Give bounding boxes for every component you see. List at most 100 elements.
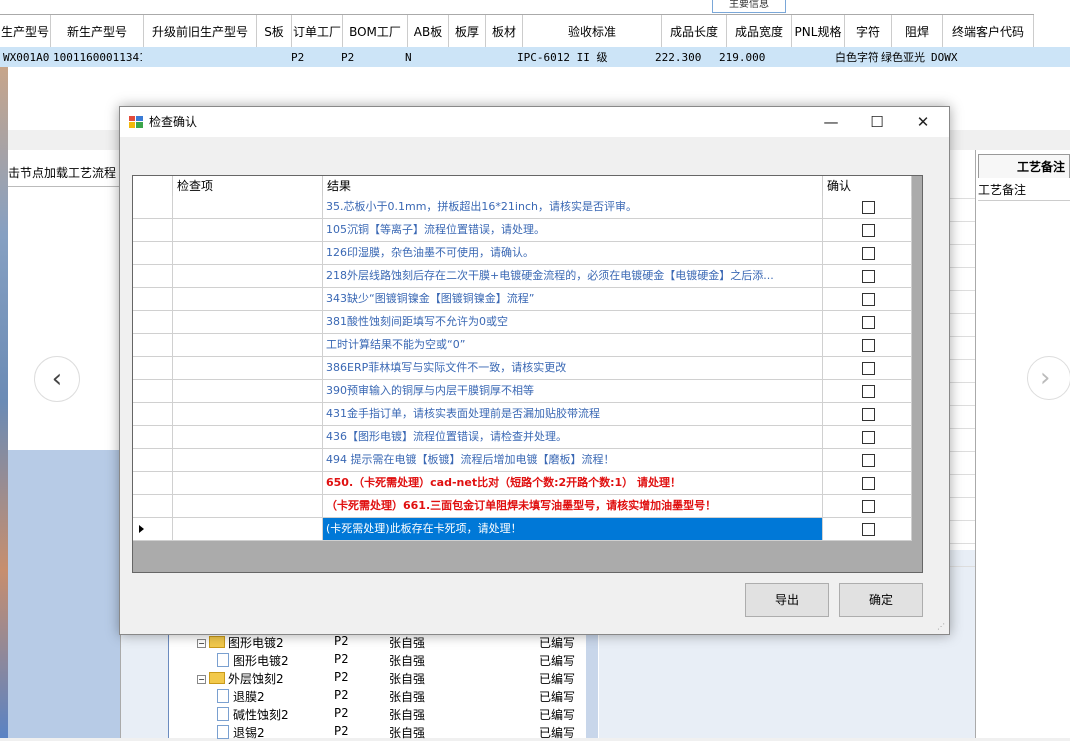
result-cell[interactable]: 650.（卡死需处理）cad-net比对（短路个数:2开路个数:1） 请处理！ xyxy=(323,472,823,495)
result-cell[interactable]: (卡死需处理)此板存在卡死项，请处理！ xyxy=(323,518,823,541)
row-cell[interactable]: 10011600011341 xyxy=(50,47,142,67)
result-cell[interactable]: 436【图形电镀】流程位置错误，请检查并处理。 xyxy=(323,426,823,449)
row-cell[interactable]: 白色字符 xyxy=(832,47,878,67)
column-header[interactable]: 生产型号 xyxy=(0,15,51,47)
collapse-icon[interactable]: − xyxy=(197,675,206,684)
result-row[interactable]: 35.芯板小于0.1mm，拼板超出16*21inch，请核实是否评审。 xyxy=(133,196,912,219)
confirm-checkbox[interactable] xyxy=(862,408,875,421)
result-row[interactable]: 343缺少“图镀铜镍金【图镀铜镍金】流程” xyxy=(133,288,912,311)
check-item-cell[interactable] xyxy=(173,242,323,265)
collapse-icon[interactable]: − xyxy=(197,639,206,648)
check-item-cell[interactable] xyxy=(173,472,323,495)
right-tab[interactable]: 工艺备注 xyxy=(978,154,1070,178)
row-cell[interactable] xyxy=(142,47,254,67)
check-item-cell[interactable] xyxy=(173,265,323,288)
confirm-checkbox[interactable] xyxy=(862,339,875,352)
row-header[interactable] xyxy=(133,403,173,426)
result-cell[interactable]: 126印湿膜，杂色油墨不可使用，请确认。 xyxy=(323,242,823,265)
check-item-cell[interactable] xyxy=(173,196,323,219)
row-header[interactable] xyxy=(133,472,173,495)
result-row[interactable]: 650.（卡死需处理）cad-net比对（短路个数:2开路个数:1） 请处理！ xyxy=(133,472,912,495)
row-header[interactable] xyxy=(133,311,173,334)
row-cell[interactable]: N xyxy=(402,47,442,67)
check-item-cell[interactable] xyxy=(173,495,323,518)
check-item-cell[interactable] xyxy=(173,288,323,311)
tree-node[interactable]: 碱性蚀刻2 P2 张自强 已编写 xyxy=(169,704,599,723)
export-button[interactable]: 导出 xyxy=(745,583,829,617)
row-header[interactable] xyxy=(133,495,173,518)
prev-arrow-icon[interactable]: ‹ xyxy=(34,356,80,402)
check-item-cell[interactable] xyxy=(173,426,323,449)
result-cell[interactable]: 工时计算结果不能为空或“0” xyxy=(323,334,823,357)
column-header[interactable]: 字符 xyxy=(845,15,892,47)
row-cell[interactable]: P2 xyxy=(288,47,338,67)
result-row[interactable]: 126印湿膜，杂色油墨不可使用，请确认。 xyxy=(133,242,912,265)
result-row[interactable]: 436【图形电镀】流程位置错误，请检查并处理。 xyxy=(133,426,912,449)
row-cell[interactable] xyxy=(442,47,478,67)
row-header[interactable] xyxy=(133,518,173,541)
row-header[interactable] xyxy=(133,380,173,403)
row-cell[interactable]: DOWX xyxy=(928,47,1018,67)
confirm-checkbox[interactable] xyxy=(862,270,875,283)
row-cell[interactable]: 绿色亚光 xyxy=(878,47,928,67)
tree-node[interactable]: 图形电镀2 P2 张自强 已编写 xyxy=(169,650,599,669)
result-cell[interactable]: 343缺少“图镀铜镍金【图镀铜镍金】流程” xyxy=(323,288,823,311)
check-item-cell[interactable] xyxy=(173,449,323,472)
row-header[interactable] xyxy=(133,449,173,472)
confirm-checkbox[interactable] xyxy=(862,362,875,375)
confirm-checkbox[interactable] xyxy=(862,201,875,214)
check-item-cell[interactable] xyxy=(173,334,323,357)
confirm-checkbox[interactable] xyxy=(862,316,875,329)
result-row[interactable]: 431金手指订单，请核实表面处理前是否漏加贴胶带流程 xyxy=(133,403,912,426)
result-row[interactable]: 390预审输入的铜厚与内层干膜铜厚不相等 xyxy=(133,380,912,403)
maximize-button[interactable]: ☐ xyxy=(854,107,900,137)
result-row[interactable]: (卡死需处理)此板存在卡死项，请处理！ xyxy=(133,518,912,541)
dialog-titlebar[interactable]: 检查确认 — ☐ ✕ xyxy=(120,107,949,137)
column-header-confirm[interactable]: 确认 xyxy=(823,176,912,196)
row-cell[interactable]: 222.300 xyxy=(652,47,716,67)
row-cell[interactable]: 219.000 xyxy=(716,47,780,67)
check-item-cell[interactable] xyxy=(173,219,323,242)
row-cell[interactable]: WX001A0 xyxy=(0,47,50,67)
close-button[interactable]: ✕ xyxy=(900,107,946,137)
check-item-cell[interactable] xyxy=(173,311,323,334)
result-row[interactable]: 386ERP菲林填写与实际文件不一致，请核实更改 xyxy=(133,357,912,380)
result-row[interactable]: （卡死需处理）661.三面包金订单阻焊未填写油墨型号，请核实增加油墨型号！ xyxy=(133,495,912,518)
confirm-checkbox[interactable] xyxy=(862,523,875,536)
result-cell[interactable]: （卡死需处理）661.三面包金订单阻焊未填写油墨型号，请核实增加油墨型号！ xyxy=(323,495,823,518)
column-header[interactable]: PNL规格 xyxy=(792,15,845,47)
check-item-cell[interactable] xyxy=(173,380,323,403)
resize-grip-icon[interactable]: ⋰ xyxy=(937,622,947,632)
column-header[interactable]: 阻焊 xyxy=(892,15,943,47)
tree-node[interactable]: − 外层蚀刻2 P2 张自强 已编写 xyxy=(169,668,599,687)
confirm-checkbox[interactable] xyxy=(862,293,875,306)
column-header-result[interactable]: 结果 xyxy=(323,176,823,196)
main-grid-row[interactable]: WX001A0 10011600011341 P2 P2 N IPC-6012 II 级2… xyxy=(0,47,1070,67)
minimize-button[interactable]: — xyxy=(808,107,854,137)
column-header[interactable]: 新生产型号 xyxy=(51,15,144,47)
row-header[interactable] xyxy=(133,288,173,311)
row-cell[interactable] xyxy=(254,47,288,67)
confirm-checkbox[interactable] xyxy=(862,247,875,260)
result-cell[interactable]: 431金手指订单，请核实表面处理前是否漏加贴胶带流程 xyxy=(323,403,823,426)
column-header[interactable]: 升级前旧生产型号 xyxy=(144,15,257,47)
tree-node[interactable]: 退锡2 P2 张自强 已编写 xyxy=(169,722,599,741)
result-cell[interactable]: 218外层线路蚀刻后存在二次干膜+电镀硬金流程的，必须在电镀硬金【电镀硬金】之后… xyxy=(323,265,823,288)
column-header[interactable]: 终端客户代码 xyxy=(943,15,1034,47)
row-header[interactable] xyxy=(133,242,173,265)
confirm-checkbox[interactable] xyxy=(862,385,875,398)
check-item-cell[interactable] xyxy=(173,403,323,426)
column-header[interactable]: S板 xyxy=(257,15,292,47)
column-header[interactable]: BOM工厂 xyxy=(343,15,408,47)
row-header[interactable] xyxy=(133,219,173,242)
column-header[interactable]: 验收标准 xyxy=(523,15,662,47)
check-item-cell[interactable] xyxy=(173,518,323,541)
result-cell[interactable]: 35.芯板小于0.1mm，拼板超出16*21inch，请核实是否评审。 xyxy=(323,196,823,219)
row-cell[interactable]: P2 xyxy=(338,47,402,67)
column-header[interactable]: 成品长度 xyxy=(662,15,727,47)
next-arrow-icon[interactable]: › xyxy=(1027,356,1070,400)
confirm-checkbox[interactable] xyxy=(862,224,875,237)
column-header[interactable]: 成品宽度 xyxy=(727,15,792,47)
result-cell[interactable]: 386ERP菲林填写与实际文件不一致，请核实更改 xyxy=(323,357,823,380)
result-cell[interactable]: 105沉铜【等离子】流程位置错误，请处理。 xyxy=(323,219,823,242)
